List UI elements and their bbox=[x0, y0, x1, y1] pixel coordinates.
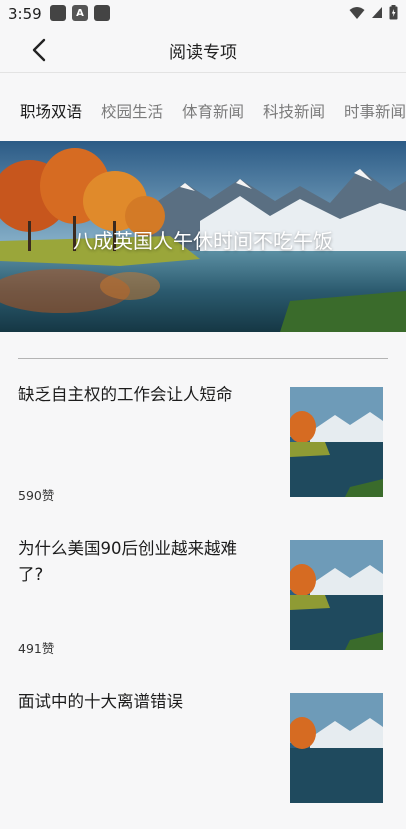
notification-icon bbox=[94, 5, 110, 21]
app-header: 阅读专项 bbox=[0, 28, 406, 73]
tab-current-affairs[interactable]: 时事新闻 bbox=[344, 100, 406, 122]
article-title: 面试中的十大离谱错误 bbox=[18, 692, 183, 711]
tab-campus-life[interactable]: 校园生活 bbox=[101, 100, 163, 122]
status-time: 3:59 bbox=[8, 5, 42, 23]
article-title: 为什么美国90后创业越来越难了? bbox=[18, 539, 237, 584]
like-count: 590赞 bbox=[18, 488, 55, 503]
article-thumbnail bbox=[290, 540, 383, 650]
tab-tech-news[interactable]: 科技新闻 bbox=[263, 100, 325, 122]
system-icons bbox=[349, 5, 398, 20]
article-thumbnail bbox=[290, 387, 383, 497]
battery-icon bbox=[389, 5, 398, 20]
list-item[interactable]: 面试中的十大离谱错误 bbox=[0, 689, 406, 829]
tab-workplace-bilingual[interactable]: 职场双语 bbox=[20, 100, 82, 122]
app-notification-icon: A bbox=[72, 5, 88, 21]
like-count: 491赞 bbox=[18, 641, 55, 656]
list-item[interactable]: 为什么美国90后创业越来越难了? 491赞 bbox=[0, 536, 406, 676]
category-tabs: 职场双语 校园生活 体育新闻 科技新闻 时事新闻 bbox=[0, 86, 406, 134]
status-bar: 3:59 A bbox=[0, 0, 406, 28]
divider bbox=[18, 358, 388, 359]
article-title: 缺乏自主权的工作会让人短命 bbox=[18, 385, 233, 404]
notification-icon bbox=[50, 5, 66, 21]
article-thumbnail bbox=[290, 693, 383, 803]
notification-icons: A bbox=[50, 5, 110, 21]
tab-sports-news[interactable]: 体育新闻 bbox=[182, 100, 244, 122]
signal-icon bbox=[372, 7, 382, 18]
list-item[interactable]: 缺乏自主权的工作会让人短命 590赞 bbox=[0, 382, 406, 522]
banner-title: 八成英国人午休时间不吃午饭 bbox=[73, 229, 333, 253]
page-title: 阅读专项 bbox=[169, 43, 237, 63]
wifi-icon bbox=[349, 6, 365, 19]
featured-banner[interactable]: 八成英国人午休时间不吃午饭 bbox=[0, 141, 406, 332]
